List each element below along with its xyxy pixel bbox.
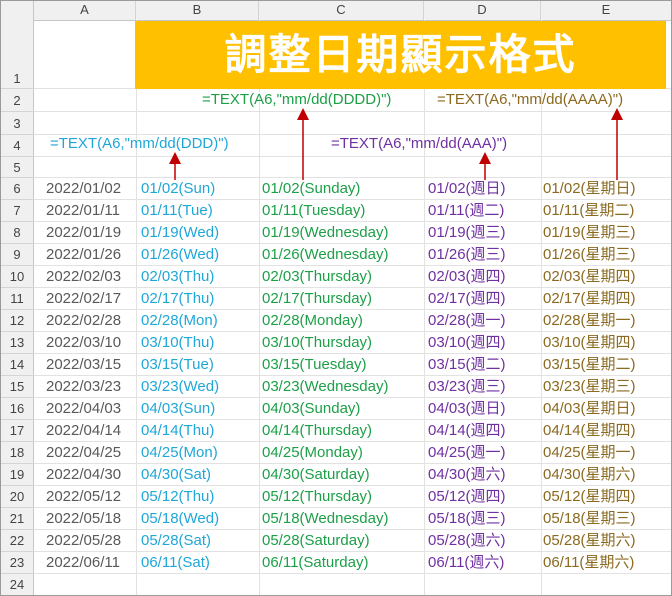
window-frame <box>0 0 672 596</box>
spreadsheet: A B C D E 1 2 3 4 5 6 7 8 9 10 11 12 13 14 15 16 17 18 19 2… <box>0 0 672 596</box>
